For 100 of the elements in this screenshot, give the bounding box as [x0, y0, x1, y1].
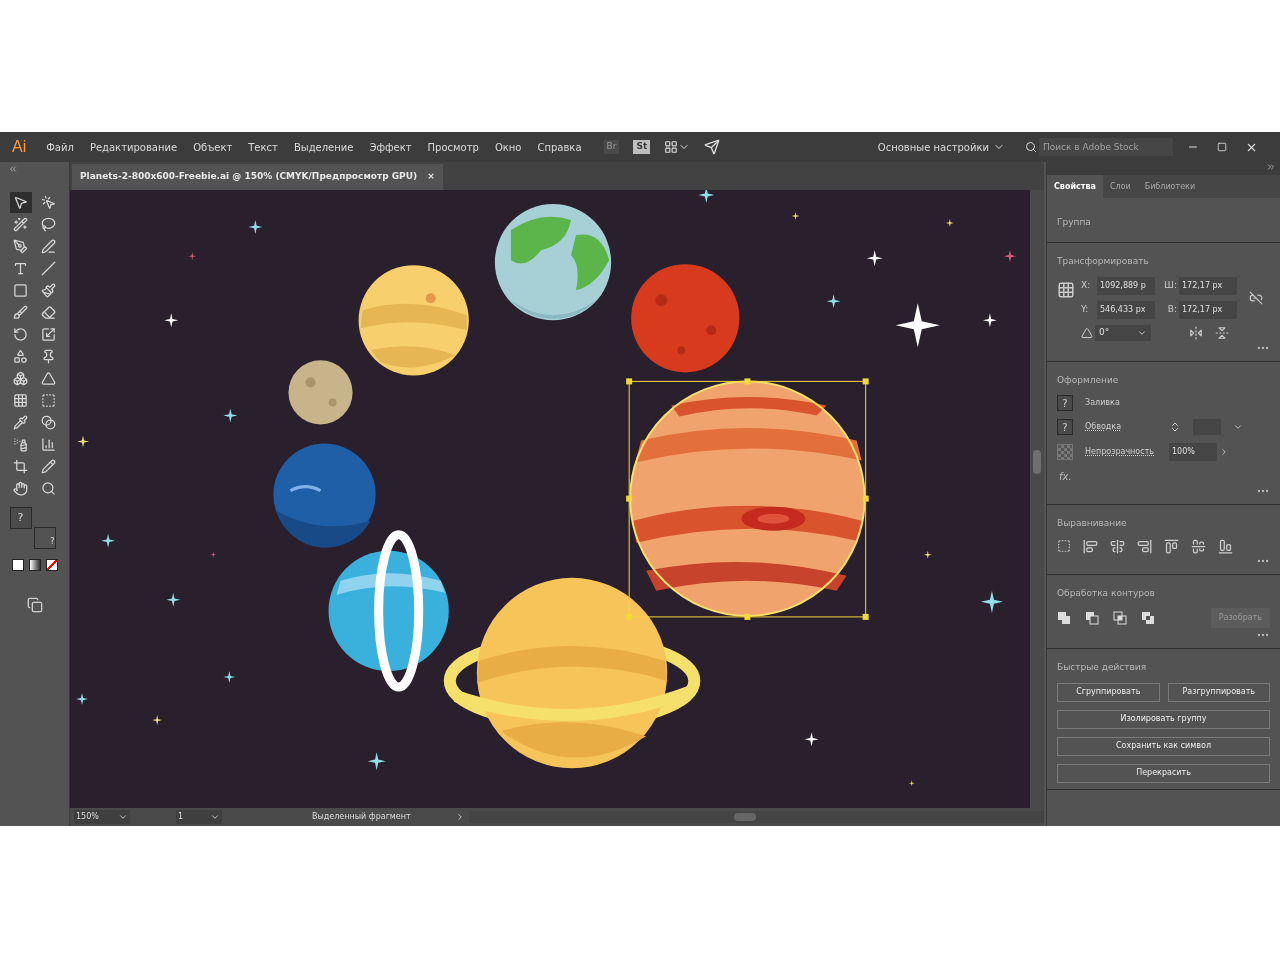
- chevron-right-icon[interactable]: [1219, 447, 1229, 457]
- section-title: Обработка контуров: [1057, 586, 1156, 600]
- wand-icon: [13, 217, 28, 232]
- menu-item[interactable]: Эффект: [361, 139, 420, 155]
- menu-item[interactable]: Просмотр: [419, 139, 487, 155]
- pencil-icon: [41, 459, 56, 474]
- vertical-scrollbar[interactable]: [1030, 190, 1044, 808]
- gradient-mode-button[interactable]: [28, 559, 41, 571]
- align-icon[interactable]: [1218, 538, 1233, 554]
- spray-icon: [13, 437, 28, 452]
- mesh-icon: [13, 393, 28, 408]
- color-mode-button[interactable]: [11, 559, 24, 571]
- pen-icon: [13, 239, 28, 254]
- height-label: В:: [1166, 302, 1177, 316]
- value-field[interactable]: 100%: [1169, 443, 1217, 461]
- pointer-icon: [13, 195, 28, 210]
- chevron-down-icon: [118, 812, 128, 822]
- pointer-tool[interactable]: [9, 192, 32, 213]
- moon-drawing: [288, 360, 353, 425]
- menu-item[interactable]: Редактирование: [81, 139, 186, 155]
- artboard-field[interactable]: 1: [176, 810, 222, 824]
- effects-button[interactable]: fx.: [1059, 469, 1270, 484]
- pathfinder-icon[interactable]: [1141, 611, 1155, 625]
- menu-item[interactable]: Выделение: [285, 139, 362, 155]
- quick-action-button[interactable]: Перекрасить: [1057, 763, 1270, 783]
- eraser-icon: [41, 305, 56, 320]
- fill-swatch[interactable]: ?: [1057, 395, 1073, 411]
- chevron-down-icon[interactable]: [1233, 422, 1243, 432]
- section-title: Быстрые действия: [1057, 661, 1148, 674]
- align-icon[interactable]: [1137, 538, 1152, 554]
- opacity-link[interactable]: Непрозрачность: [1085, 446, 1157, 458]
- paper-plane-icon[interactable]: [704, 139, 721, 155]
- zoom-field[interactable]: 150%: [74, 810, 130, 824]
- rotate-icon: [13, 327, 28, 342]
- rotation-field[interactable]: 0°: [1095, 324, 1151, 341]
- align-icon[interactable]: [1191, 538, 1206, 554]
- menu-item[interactable]: Окно: [486, 139, 530, 155]
- brush-icon: [13, 305, 28, 320]
- stroke-swatch[interactable]: ?: [1057, 419, 1073, 435]
- workspace-layout-icon[interactable]: [664, 140, 679, 154]
- y-label: Y:: [1081, 302, 1090, 316]
- align-icon[interactable]: [1164, 538, 1179, 554]
- opacity-swatch[interactable]: [1057, 444, 1073, 460]
- value-field[interactable]: 172,17 px: [1179, 276, 1237, 295]
- panel-tab[interactable]: Слои: [1102, 175, 1138, 198]
- value-field[interactable]: 1092,889 p: [1097, 276, 1155, 295]
- eyedropper-icon: [13, 415, 28, 430]
- stepper-icon[interactable]: [1169, 421, 1181, 433]
- align-icon[interactable]: [1083, 538, 1098, 554]
- search-icon: [1025, 141, 1037, 153]
- quick-action-button[interactable]: Изолировать группу: [1057, 709, 1270, 729]
- workspace-switcher[interactable]: Основные настройки: [877, 139, 989, 155]
- menu-item[interactable]: Справка: [529, 139, 590, 155]
- section-title: Трансформировать: [1057, 255, 1150, 268]
- panel-tab[interactable]: Библиотеки: [1137, 175, 1203, 198]
- crop-icon: [13, 459, 28, 474]
- stock-search-field[interactable]: Поиск в Adobe Stock: [1039, 138, 1173, 156]
- angle-icon: [1081, 326, 1093, 339]
- tab-close-button[interactable]: ×: [427, 170, 435, 184]
- maximize-icon[interactable]: [1217, 142, 1227, 152]
- chevron-down-icon: [210, 812, 220, 822]
- panel-tab[interactable]: Свойства: [1047, 175, 1103, 198]
- stroke-link[interactable]: Обводка: [1085, 421, 1157, 433]
- boxes-icon: [13, 371, 28, 386]
- flip-vertical-icon[interactable]: [1215, 325, 1229, 340]
- document-tab[interactable]: Planets-2-800x600-Freebie.ai @ 150% (CMYK/Предпросмотр GPU) ×: [72, 164, 443, 190]
- fill-label: Заливка: [1085, 397, 1120, 409]
- reference-point-icon[interactable]: [1057, 280, 1075, 299]
- rectangle-icon: [13, 283, 28, 298]
- gradient-icon: [41, 393, 56, 408]
- pathfinder-icon[interactable]: [1057, 611, 1071, 625]
- quick-action-button[interactable]: Сгруппировать: [1057, 682, 1160, 702]
- horizontal-scrollbar[interactable]: [468, 811, 1044, 823]
- stroke-swatch[interactable]: ?: [33, 527, 56, 549]
- zoom-icon: [41, 481, 56, 496]
- screen-mode-icon[interactable]: [25, 597, 44, 613]
- quick-action-button[interactable]: Сохранить как символ: [1057, 736, 1270, 756]
- none-mode-button[interactable]: [45, 559, 58, 571]
- pathfinder-icon[interactable]: [1113, 611, 1127, 625]
- value-field[interactable]: 172,17 px: [1179, 300, 1237, 319]
- section-title: Оформление: [1057, 373, 1120, 387]
- scale-icon: [41, 327, 56, 342]
- paintbrush-icon: [41, 283, 56, 298]
- x-label: X:: [1081, 278, 1092, 292]
- value-field[interactable]: 546,433 px: [1097, 300, 1155, 319]
- fill-swatch[interactable]: ?: [9, 507, 32, 529]
- align-to-icon[interactable]: [1057, 539, 1071, 553]
- status-text: Выделенный фрагмент: [312, 811, 411, 823]
- flip-horizontal-icon[interactable]: [1189, 325, 1203, 340]
- pointer-click-icon: [41, 195, 56, 210]
- pathfinder-icon[interactable]: [1085, 611, 1099, 625]
- stock-button[interactable]: St: [633, 140, 651, 154]
- menu-item[interactable]: Текст: [240, 139, 286, 155]
- quick-action-button[interactable]: Разгруппировать: [1167, 682, 1270, 702]
- menu-item[interactable]: Объект: [185, 139, 241, 155]
- collapse-icon[interactable]: [1266, 162, 1276, 172]
- align-icon[interactable]: [1110, 538, 1125, 554]
- hand-icon: [13, 481, 28, 496]
- constrain-proportions-icon[interactable]: [1249, 290, 1263, 305]
- menu-item[interactable]: Файл: [38, 139, 82, 155]
